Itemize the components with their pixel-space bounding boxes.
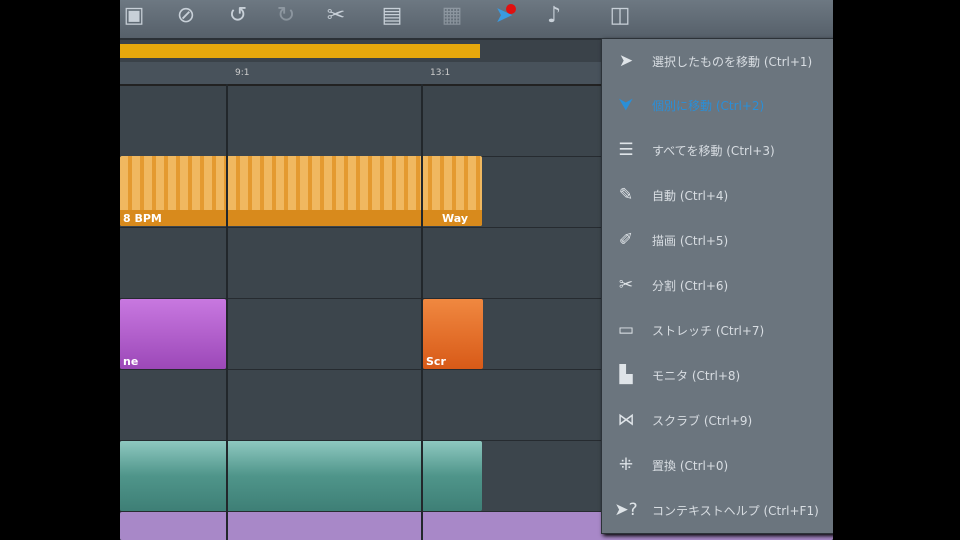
arranger-window: ▣ ⊘ ↺ ↻ ✂ ▤ ▦ ➤ ♪ ◫ 9:1 13:1 8 BPM Way n… bbox=[120, 0, 833, 540]
menu-item-draw[interactable]: ✐ 描画 (Ctrl+5) bbox=[602, 218, 833, 262]
redo-icon[interactable]: ↻ bbox=[272, 2, 300, 30]
ruler-label: 9:1 bbox=[235, 68, 250, 78]
audio-clip[interactable] bbox=[120, 441, 482, 511]
move-single-icon: ⮟ bbox=[618, 95, 634, 115]
menu-item-move-all[interactable]: ☰ すべてを移動 (Ctrl+3) bbox=[602, 128, 833, 172]
menu-item-scrub[interactable]: ⋈ スクラブ (Ctrl+9) bbox=[602, 398, 833, 442]
clip-label: Scr bbox=[426, 355, 446, 368]
toolbar: ▣ ⊘ ↺ ↻ ✂ ▤ ▦ ➤ ♪ ◫ bbox=[120, 0, 833, 40]
replace-icon: ⁜ bbox=[618, 455, 634, 475]
pencil-icon: ✐ bbox=[618, 230, 634, 250]
menu-item-split[interactable]: ✂ 分割 (Ctrl+6) bbox=[602, 263, 833, 307]
undo-icon[interactable]: ↺ bbox=[224, 2, 252, 30]
copy-icon[interactable]: ▦ bbox=[438, 2, 466, 30]
mouse-mode-menu: ➤ 選択したものを移動 (Ctrl+1) ⮟ 個別に移動 (Ctrl+2) ☰ すべて… bbox=[601, 38, 833, 534]
bar-line bbox=[421, 84, 423, 540]
arrow-icon: ➤ bbox=[618, 51, 634, 71]
scissors-icon[interactable]: ✂ bbox=[322, 2, 350, 30]
menu-item-context-help[interactable]: ➤? コンテキストヘルプ (Ctrl+F1) bbox=[602, 488, 833, 532]
menu-item-stretch[interactable]: ▭ ストレッチ (Ctrl+7) bbox=[602, 308, 833, 352]
audio-clip[interactable]: 8 BPM Way bbox=[120, 156, 482, 226]
menu-item-move-single[interactable]: ⮟ 個別に移動 (Ctrl+2) bbox=[602, 83, 833, 127]
clip-label: Way bbox=[442, 212, 468, 225]
export-icon[interactable]: ⊘ bbox=[172, 2, 200, 30]
menu-item-replace[interactable]: ⁜ 置換 (Ctrl+0) bbox=[602, 443, 833, 487]
ruler-label: 13:1 bbox=[430, 68, 451, 78]
audio-clip[interactable]: Scr bbox=[423, 299, 483, 369]
clip-label: ne bbox=[123, 355, 139, 368]
scrub-icon: ⋈ bbox=[617, 410, 635, 430]
menu-item-monitor[interactable]: ▙ モニタ (Ctrl+8) bbox=[602, 353, 833, 397]
split-icon: ✂ bbox=[618, 275, 634, 295]
auto-icon: ✎ bbox=[618, 185, 634, 205]
book-icon[interactable]: ◫ bbox=[606, 2, 634, 30]
note-icon[interactable]: ♪ bbox=[540, 2, 568, 30]
mouse-mode-icon[interactable]: ➤ bbox=[490, 2, 518, 30]
save-icon[interactable]: ▣ bbox=[120, 2, 148, 30]
menu-item-auto[interactable]: ✎ 自動 (Ctrl+4) bbox=[602, 173, 833, 217]
menu-item-move-selected[interactable]: ➤ 選択したものを移動 (Ctrl+1) bbox=[602, 39, 833, 83]
stretch-icon: ▭ bbox=[617, 320, 635, 340]
context-help-icon: ➤? bbox=[614, 500, 638, 520]
monitor-icon: ▙ bbox=[619, 365, 633, 385]
audio-clip[interactable]: ne bbox=[120, 299, 226, 369]
bar-line bbox=[226, 84, 228, 540]
document-icon[interactable]: ▤ bbox=[378, 2, 406, 30]
move-all-icon: ☰ bbox=[618, 140, 634, 160]
loop-range-bar[interactable] bbox=[120, 44, 480, 58]
clip-label: 8 BPM bbox=[123, 212, 162, 225]
